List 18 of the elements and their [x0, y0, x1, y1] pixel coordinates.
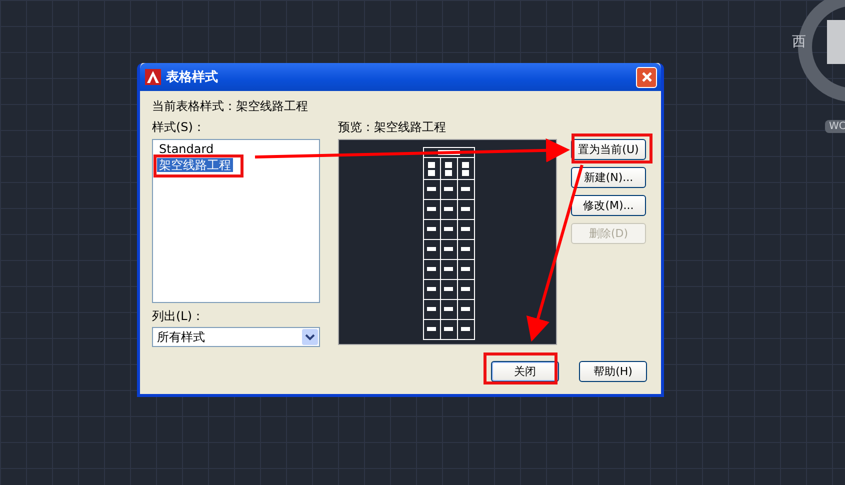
- ucs-badge[interactable]: WC: [825, 120, 845, 133]
- list-filter-label: 列出(L)：: [152, 309, 206, 323]
- style-list-item[interactable]: Standard: [157, 142, 216, 156]
- current-style-label: 当前表格样式：架空线路工程: [152, 99, 309, 113]
- window-title: 表格样式: [166, 69, 219, 86]
- dialog-button[interactable]: 关闭: [491, 361, 559, 382]
- styles-label: 样式(S)：: [152, 120, 206, 134]
- preview-label: 预览：架空线路工程: [338, 120, 447, 134]
- dialog-button[interactable]: 新建(N)...: [571, 167, 646, 188]
- dialog-button[interactable]: 修改(M)...: [571, 195, 646, 216]
- app-logo-icon: [145, 69, 161, 85]
- list-filter-dropdown[interactable]: 所有样式: [152, 327, 320, 347]
- close-icon[interactable]: [640, 71, 652, 83]
- close-button[interactable]: [636, 66, 657, 88]
- dialog-button[interactable]: 置为当前(U): [571, 139, 646, 160]
- viewcube-direction-label[interactable]: 西: [792, 33, 806, 51]
- dialog-button[interactable]: 帮助(H): [579, 361, 647, 382]
- style-list-item[interactable]: 架空线路工程: [157, 158, 233, 172]
